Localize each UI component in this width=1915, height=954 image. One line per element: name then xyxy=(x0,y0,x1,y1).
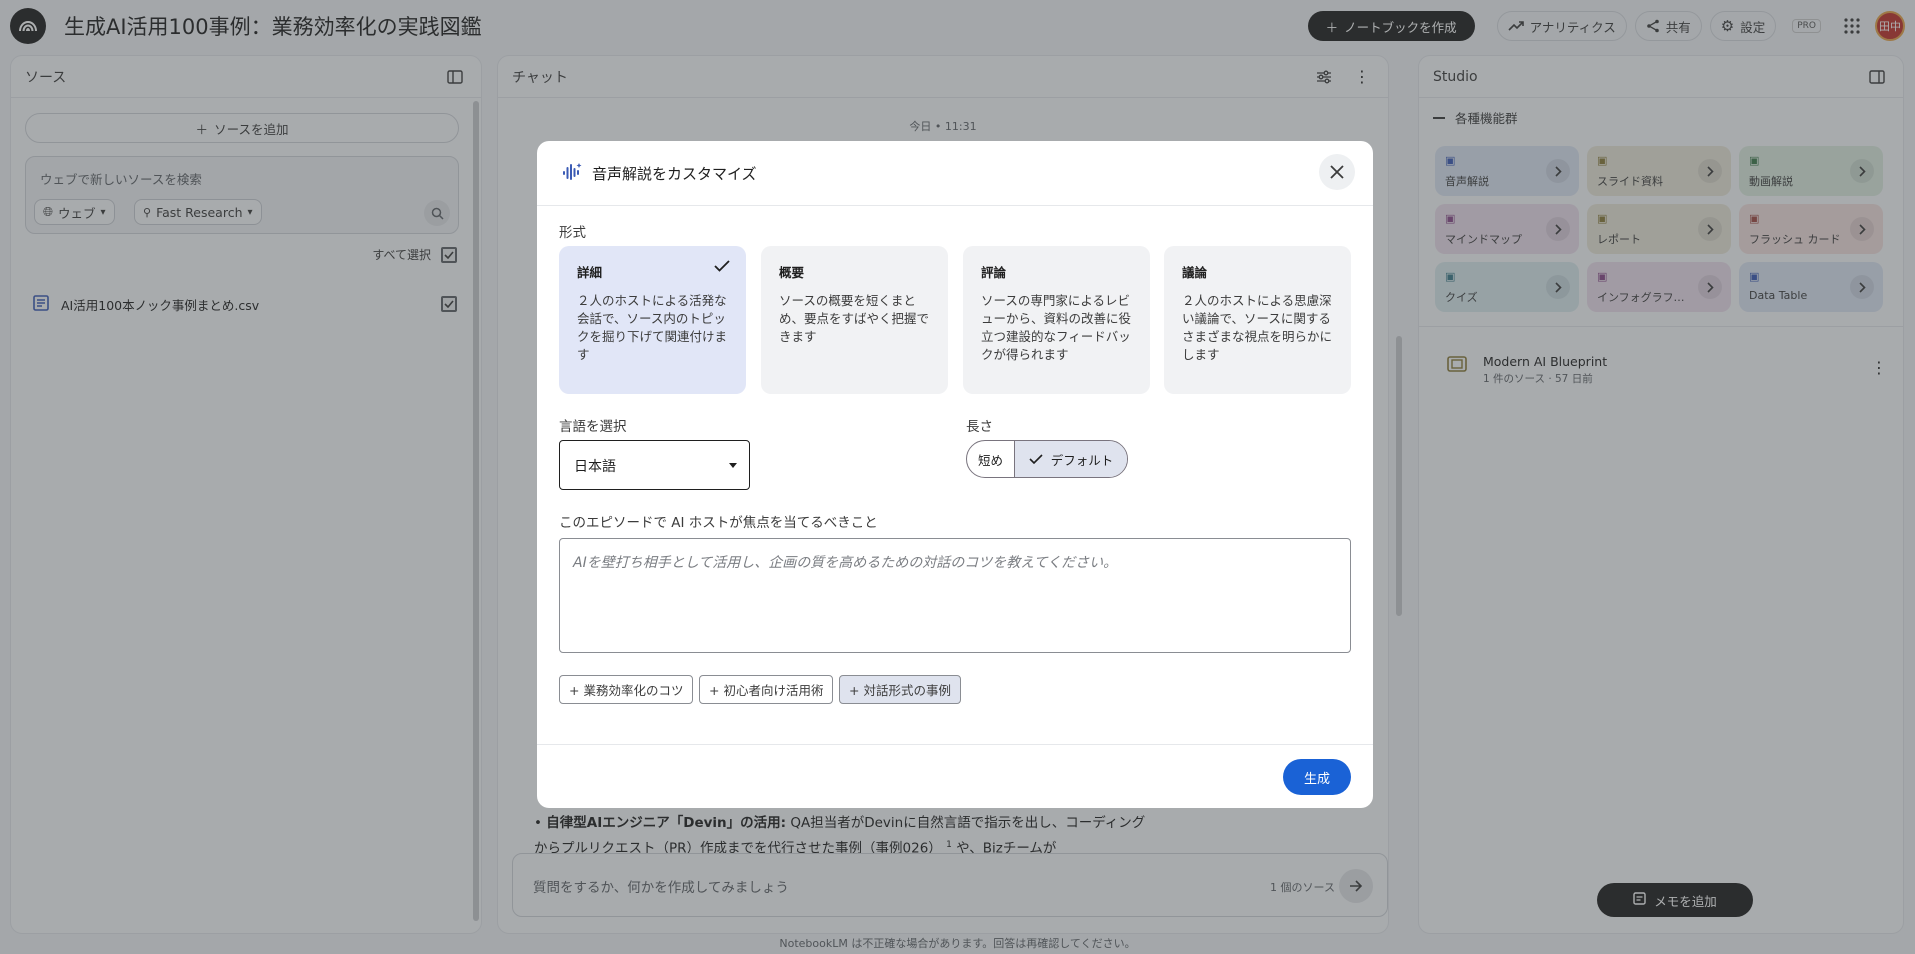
dialog-footer-divider xyxy=(537,744,1373,745)
close-icon[interactable] xyxy=(1319,154,1355,190)
length-default-option[interactable]: デフォルト xyxy=(1015,441,1127,477)
dialog-header: 音声解説をカスタマイズ xyxy=(537,141,1373,206)
format-title: 概要 xyxy=(779,265,805,280)
format-card-summary[interactable]: 概要 ソースの概要を短くまとめ、要点をすばやく把握できます xyxy=(761,246,948,394)
format-title: 評論 xyxy=(981,265,1007,280)
customize-audio-dialog: 音声解説をカスタマイズ 形式 詳細 ２人のホストによる活発な会話で、ソース内のト… xyxy=(537,141,1373,808)
format-label: 形式 xyxy=(559,225,586,241)
check-icon xyxy=(714,260,730,276)
format-card-debate[interactable]: 議論 ２人のホストによる思慮深い議論で、ソースに関するさまざまな視点を明らかにし… xyxy=(1164,246,1351,394)
dropdown-arrow-icon xyxy=(729,463,737,468)
focus-textarea[interactable]: AIを壁打ち相手として活用し、企画の質を高めるための対話のコツを教えてください。 xyxy=(559,538,1351,653)
format-description: ２人のホストによる思慮深い議論で、ソースに関するさまざまな視点を明らかにします xyxy=(1182,293,1333,362)
length-segmented-control: 短め デフォルト xyxy=(966,440,1128,478)
suggestion-chip[interactable]: + 業務効率化のコツ xyxy=(559,675,694,704)
dialog-title: 音声解説をカスタマイズ xyxy=(592,165,757,183)
length-short-option[interactable]: 短め xyxy=(967,441,1015,477)
format-card-critique[interactable]: 評論 ソースの専門家によるレビューから、資料の改善に役立つ建設的なフィードバック… xyxy=(963,246,1150,394)
length-label: 長さ xyxy=(966,419,993,435)
focus-label: このエピソードで AI ホストが焦点を当てるべきこと xyxy=(559,515,878,531)
format-title: 詳細 xyxy=(577,265,603,280)
format-description: ソースの専門家によるレビューから、資料の改善に役立つ建設的なフィードバックが得ら… xyxy=(981,293,1132,362)
language-label: 言語を選択 xyxy=(559,419,627,435)
language-value: 日本語 xyxy=(574,459,616,475)
format-card-detail[interactable]: 詳細 ２人のホストによる活発な会話で、ソース内のトピックを掘り下げて関連付けます xyxy=(559,246,746,394)
suggestion-chip[interactable]: + 初心者向け活用術 xyxy=(699,675,834,704)
audio-waveform-icon xyxy=(561,161,583,187)
generate-button[interactable]: 生成 xyxy=(1283,759,1351,795)
format-title: 議論 xyxy=(1182,265,1208,280)
suggestion-chip[interactable]: + 対話形式の事例 xyxy=(839,675,961,704)
check-icon xyxy=(1029,454,1043,464)
format-description: ２人のホストによる活発な会話で、ソース内のトピックを掘り下げて関連付けます xyxy=(577,293,728,362)
format-description: ソースの概要を短くまとめ、要点をすばやく把握できます xyxy=(779,293,930,344)
language-select[interactable]: 日本語 xyxy=(559,440,750,490)
focus-placeholder: AIを壁打ち相手として活用し、企画の質を高めるための対話のコツを教えてください。 xyxy=(573,555,1118,571)
